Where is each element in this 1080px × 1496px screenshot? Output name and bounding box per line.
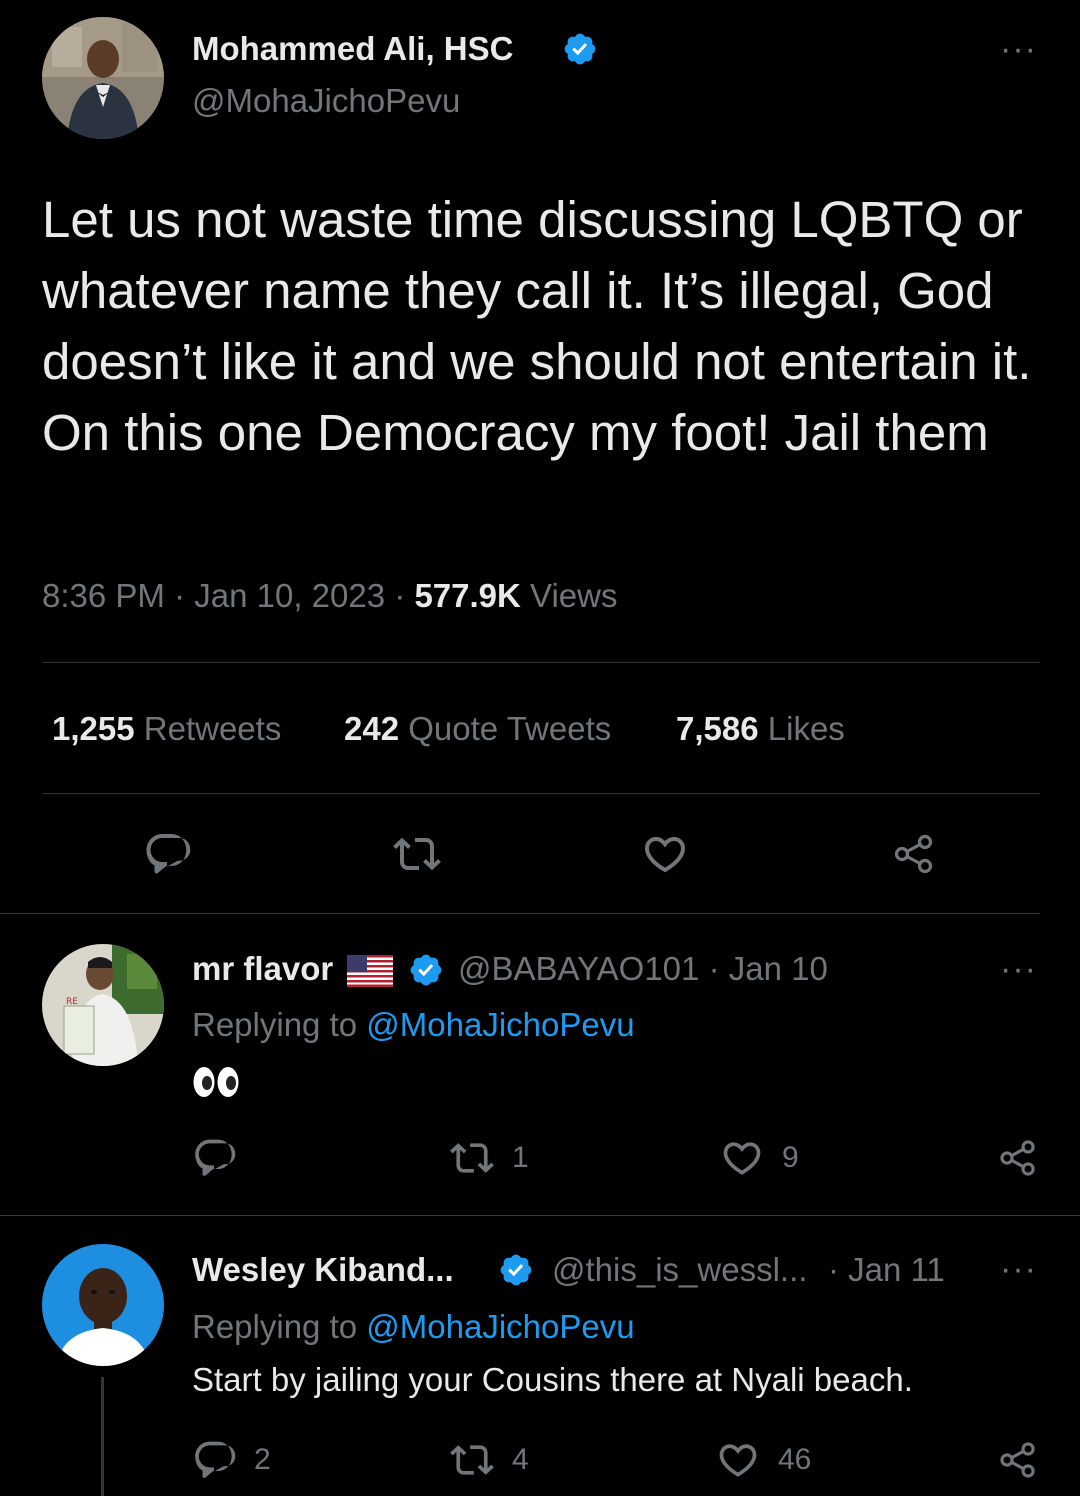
- reply-author-handle[interactable]: @this_is_wessl...: [552, 1251, 807, 1289]
- more-icon[interactable]: ···: [1000, 952, 1037, 986]
- verified-badge-icon: [564, 33, 596, 65]
- like-icon: [723, 1142, 761, 1175]
- reply-icon: [195, 1441, 236, 1478]
- retweet-button[interactable]: [393, 830, 441, 878]
- meta-separator: ·: [174, 577, 195, 614]
- quotes-stat[interactable]: 242 Quote Tweets: [344, 710, 611, 748]
- quotes-count: 242: [344, 710, 400, 747]
- retweet-icon: [393, 837, 441, 871]
- reply-date[interactable]: · Jan 10: [709, 950, 828, 987]
- svg-text:RE: RE: [66, 997, 78, 1007]
- main-author-avatar[interactable]: [42, 17, 164, 139]
- reply-author-name[interactable]: mr flavor: [192, 950, 333, 988]
- divider: [0, 1215, 1080, 1216]
- retweets-count: 1,255: [52, 710, 135, 747]
- divider: [42, 662, 1040, 663]
- more-icon[interactable]: ···: [1000, 1252, 1037, 1286]
- share-button[interactable]: [996, 1136, 1040, 1180]
- reply-handle-text: @BABAYAO101: [458, 950, 700, 987]
- thread-connector: [101, 1377, 104, 1496]
- reply-author-avatar[interactable]: [42, 1244, 164, 1366]
- like-count: 46: [778, 1443, 812, 1476]
- retweet-icon: [450, 1143, 494, 1173]
- reply-author-handle[interactable]: @BABAYAO101 · Jan 10: [458, 950, 828, 988]
- tweet-time: 8:36 PM: [42, 577, 165, 614]
- retweets-stat[interactable]: 1,255 Retweets: [52, 710, 281, 748]
- share-icon: [894, 834, 933, 874]
- like-icon: [719, 1444, 757, 1477]
- divider: [42, 793, 1040, 794]
- main-author-name[interactable]: Mohammed Ali, HSC: [192, 30, 513, 68]
- likes-label: Likes: [767, 710, 845, 747]
- reply-date[interactable]: · Jan 11: [828, 1251, 945, 1289]
- reply-text: Start by jailing your Cousins there at N…: [192, 1361, 913, 1398]
- replying-to: Replying to @MohaJichoPevu: [192, 1006, 635, 1044]
- like-button[interactable]: [641, 830, 689, 878]
- quotes-label: Quote Tweets: [408, 710, 612, 747]
- likes-count: 7,586: [676, 710, 759, 747]
- retweet-icon: [450, 1445, 494, 1475]
- retweet-button[interactable]: 1: [450, 1136, 529, 1180]
- share-icon: [1000, 1442, 1035, 1478]
- retweet-button[interactable]: 4: [450, 1438, 529, 1482]
- retweet-count: 4: [512, 1443, 529, 1476]
- replying-mention[interactable]: @MohaJichoPevu: [366, 1006, 634, 1043]
- views-label: Views: [530, 577, 618, 614]
- tweet-meta: 8:36 PM · Jan 10, 2023 · 577.9K Views: [42, 577, 617, 615]
- replying-prefix: Replying to: [192, 1308, 358, 1345]
- reply-author-name-text: mr flavor: [192, 950, 334, 987]
- tweet-text: Let us not waste time discussing LQBTQ o…: [42, 191, 1032, 461]
- replying-mention[interactable]: @MohaJichoPevu: [366, 1308, 634, 1345]
- retweets-label: Retweets: [143, 710, 282, 747]
- likes-stat[interactable]: 7,586 Likes: [676, 710, 845, 748]
- meta-separator: ·: [394, 577, 415, 614]
- reply-author-avatar[interactable]: RE: [42, 944, 164, 1066]
- like-button[interactable]: 46: [716, 1438, 811, 1482]
- like-count: 9: [782, 1141, 799, 1174]
- more-icon[interactable]: ···: [1000, 32, 1037, 66]
- replying-prefix: Replying to: [192, 1006, 358, 1043]
- reply-author-name[interactable]: Wesley Kiband...: [192, 1251, 454, 1289]
- reply-icon: [195, 1139, 236, 1176]
- reply-button[interactable]: [192, 1136, 254, 1180]
- reply-count: 2: [254, 1443, 271, 1476]
- share-button[interactable]: [996, 1438, 1040, 1482]
- reply-icon: [146, 834, 191, 874]
- main-author-handle[interactable]: @MohaJichoPevu: [192, 82, 460, 120]
- divider: [0, 913, 1040, 914]
- reply-button[interactable]: [143, 830, 191, 878]
- tweet-date[interactable]: Jan 10, 2023: [194, 577, 385, 614]
- like-icon: [644, 837, 686, 873]
- reply-button[interactable]: 2: [192, 1438, 271, 1482]
- share-button[interactable]: [890, 830, 938, 878]
- views-count: 577.9K: [414, 577, 521, 614]
- replying-to: Replying to @MohaJichoPevu: [192, 1308, 635, 1346]
- verified-badge-icon: [500, 1254, 532, 1286]
- like-button[interactable]: 9: [720, 1136, 799, 1180]
- us-flag-icon: [347, 955, 393, 987]
- eyes-emoji: [192, 1065, 240, 1104]
- verified-badge-icon: [410, 954, 442, 986]
- share-icon: [1000, 1140, 1035, 1176]
- retweet-count: 1: [512, 1141, 529, 1174]
